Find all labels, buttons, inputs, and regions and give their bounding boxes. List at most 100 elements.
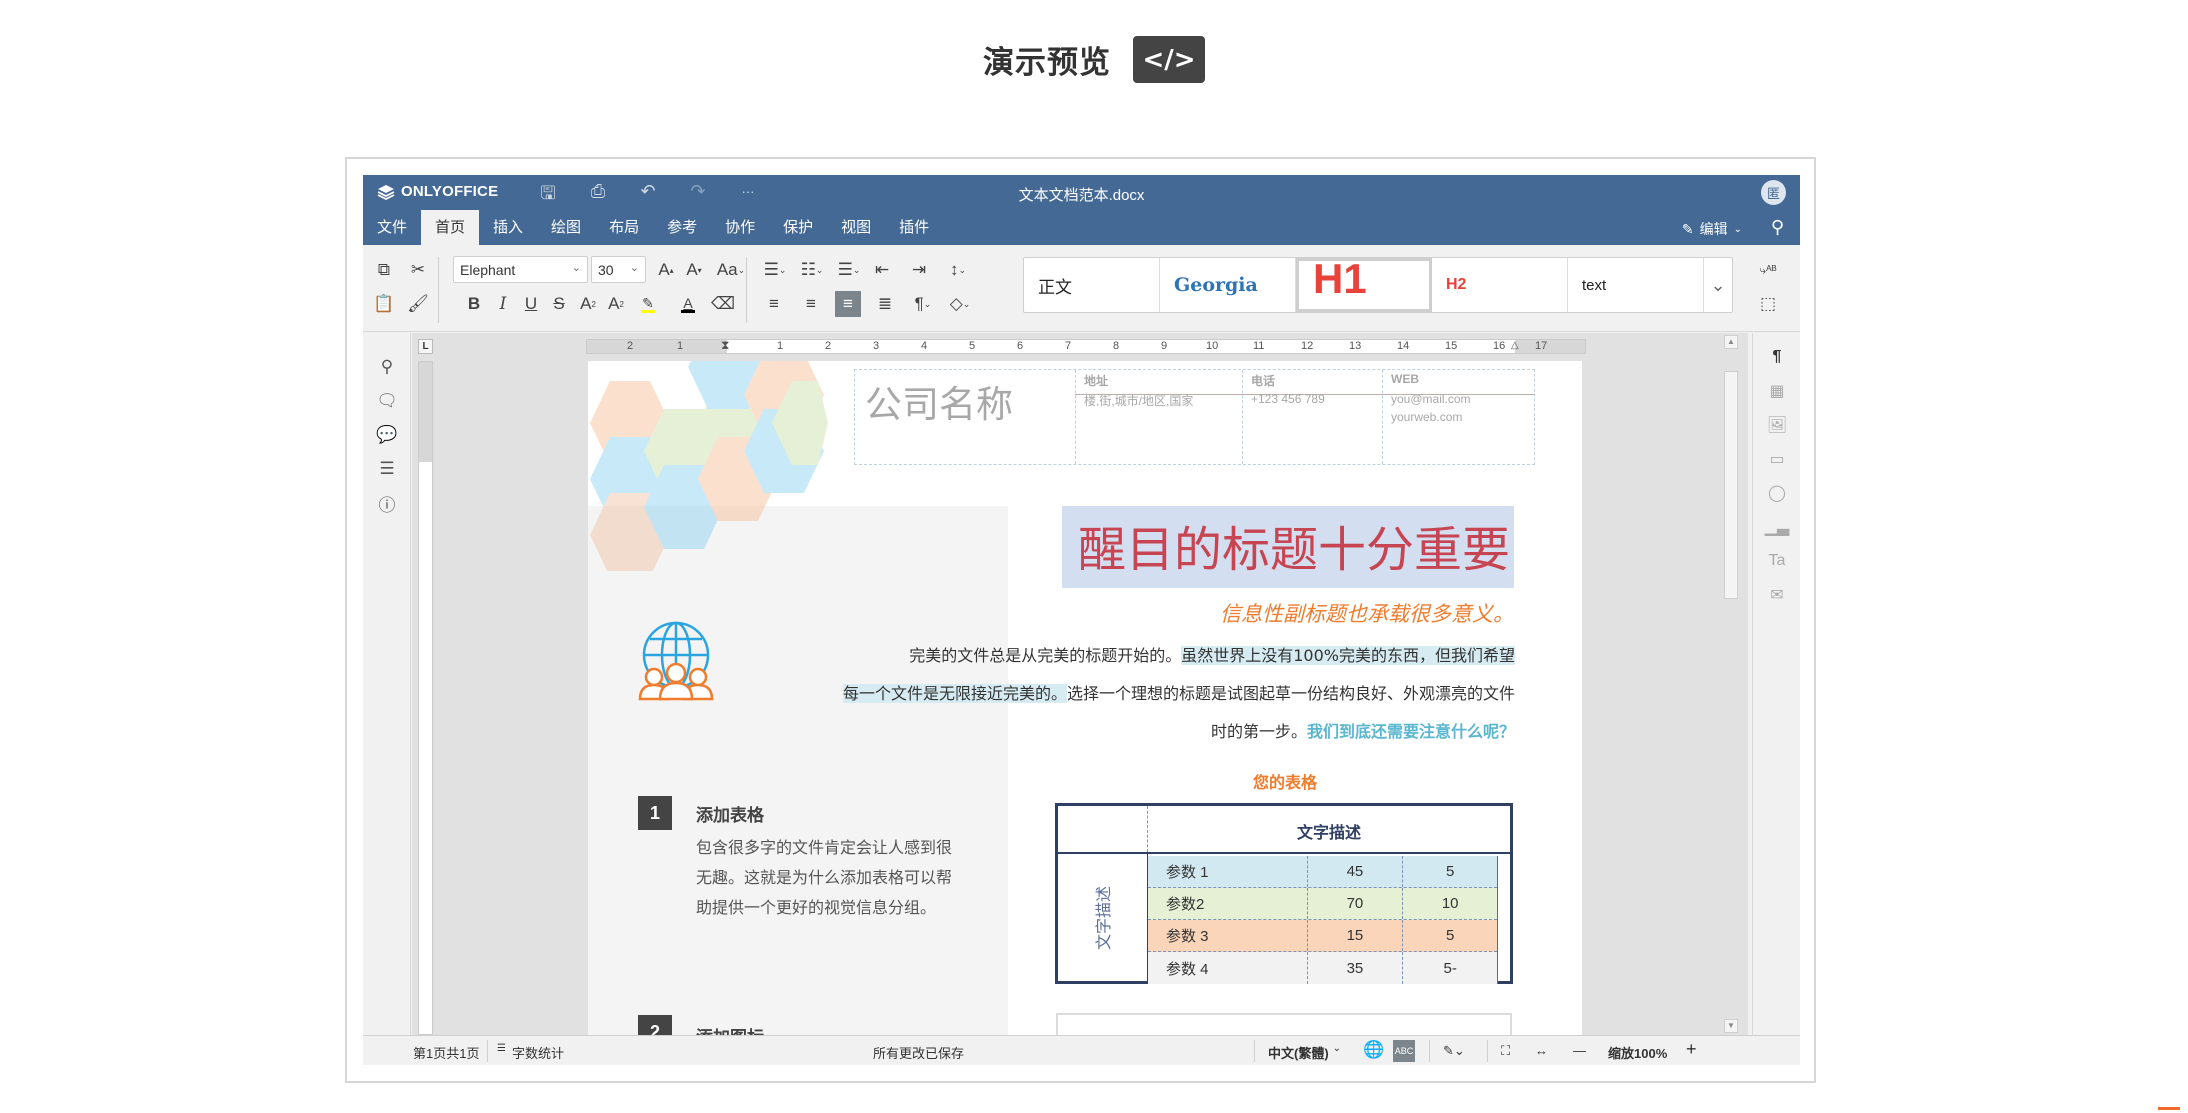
tab-stop-selector[interactable]: L	[418, 339, 433, 354]
left-indent-marker[interactable]: ⧗	[721, 338, 729, 353]
separator	[746, 257, 747, 323]
highlight-color-button[interactable]: ✎	[631, 291, 665, 317]
tab-home[interactable]: 首页	[421, 210, 480, 245]
table-row: 参数 1 45 5	[1148, 856, 1497, 888]
paragraph-marks-icon[interactable]: ¶ ⌄	[906, 291, 940, 317]
scroll-down-icon[interactable]: ▼	[1724, 1019, 1738, 1033]
track-changes-icon[interactable]: ✎⌄	[1443, 1043, 1465, 1059]
align-left-icon[interactable]: ≡	[761, 291, 787, 317]
decrease-indent-icon[interactable]: ⇤	[869, 257, 895, 283]
search-icon[interactable]: ⚲	[1771, 217, 1784, 238]
tab-layout[interactable]: 布局	[595, 210, 653, 245]
view-code-button[interactable]: </>	[1133, 36, 1205, 83]
multilevel-list-icon[interactable]: ☰ ⌄	[832, 257, 866, 283]
chart-settings-icon[interactable]: ▁▃	[1765, 515, 1790, 539]
style-text[interactable]: text	[1568, 258, 1704, 312]
styles-expand-button[interactable]: ⌄	[1704, 258, 1732, 312]
document-canvas[interactable]: L 2 1 1 2 3 4 5 6 7 8 9 10 11 12 13 14 1…	[412, 333, 1748, 1035]
pencil-icon: ✎	[1681, 220, 1694, 237]
copy-icon[interactable]: ⧉	[371, 257, 397, 283]
align-center-icon[interactable]: ≡	[798, 291, 824, 317]
line-spacing-icon[interactable]: ↕ ⌄	[941, 257, 975, 283]
fit-page-icon[interactable]: ⛶	[1501, 1043, 1510, 1059]
search-icon[interactable]: ⚲	[375, 355, 399, 379]
info-icon[interactable]: ⓘ	[375, 491, 399, 515]
subheadline: 信息性副标题也承载很多意义。	[1220, 602, 1514, 626]
comment-icon[interactable]: 🗨	[375, 389, 399, 413]
align-right-icon[interactable]: ≡	[835, 291, 861, 317]
underline-icon[interactable]: U	[518, 291, 544, 317]
chat-icon[interactable]: 💬	[375, 423, 399, 447]
tab-insert[interactable]: 插入	[479, 210, 537, 245]
font-name-select[interactable]: Elephant ⌄	[453, 256, 588, 283]
ruler-tick: 10	[1206, 340, 1219, 352]
globe-icon[interactable]: 🌐	[1363, 1040, 1384, 1060]
vertical-ruler[interactable]	[418, 361, 433, 1035]
cut-icon[interactable]: ✂	[405, 257, 431, 283]
tab-view[interactable]: 视图	[827, 210, 885, 245]
language-select[interactable]: 中文(繁體) ⌄	[1268, 1043, 1341, 1062]
paragraph-settings-icon[interactable]: ¶	[1765, 345, 1789, 369]
page-heading: 演示预览 </>	[0, 36, 2188, 83]
replace-icon[interactable]: ⤷ᴬᴮ	[1755, 257, 1781, 283]
increase-font-icon[interactable]: A ▴	[653, 257, 679, 283]
paste-icon[interactable]: 📋	[371, 291, 397, 317]
sidebar-background	[588, 506, 1008, 1035]
fit-width-icon[interactable]: ↔	[1535, 1043, 1548, 1058]
style-georgia[interactable]: Georgia	[1160, 258, 1296, 312]
format-painter-icon[interactable]: 🖌	[405, 291, 431, 317]
zoom-in-icon[interactable]: +	[1686, 1039, 1697, 1060]
table-settings-icon[interactable]: ▦	[1765, 379, 1789, 403]
tab-draw[interactable]: 绘图	[537, 210, 595, 245]
word-count-button[interactable]: ☰ 字数统计	[497, 1043, 564, 1062]
select-all-icon[interactable]: ⬚	[1755, 291, 1781, 317]
numbered-list-icon[interactable]: ☷ ⌄	[795, 257, 829, 283]
section-body: 包含很多字的文件肯定会让人感到很无趣。这就是为什么添加表格可以帮助提供一个更好的…	[696, 838, 953, 917]
increase-indent-icon[interactable]: ⇥	[906, 257, 932, 283]
tab-references[interactable]: 参考	[653, 210, 711, 245]
zoom-out-icon[interactable]: —	[1573, 1043, 1586, 1058]
change-case-icon[interactable]: Aa ⌄	[713, 257, 749, 283]
intro-text: 完美的文件总是从完美的标题开始的。	[909, 646, 1182, 665]
document-page[interactable]: 公司名称 地址 楼,街,城市/地区,国家 电话 +123 456 789 WEB…	[588, 361, 1582, 1035]
bullet-list-icon[interactable]: ☰ ⌄	[758, 257, 792, 283]
user-avatar[interactable]: 匿	[1761, 180, 1786, 205]
scroll-up-icon[interactable]: ▲	[1724, 335, 1738, 349]
shape-settings-icon[interactable]: ◯	[1765, 481, 1789, 505]
address-column: 地址 楼,街,城市/地区,国家	[1075, 370, 1242, 464]
mail-merge-icon[interactable]: ✉	[1765, 583, 1789, 607]
zoom-level[interactable]: 缩放100%	[1608, 1043, 1667, 1062]
style-label: text	[1582, 276, 1607, 294]
spellcheck-icon[interactable]: ABC	[1393, 1040, 1415, 1062]
edit-mode-dropdown[interactable]: ✎ 编辑 ⌄	[1682, 219, 1742, 239]
bold-icon[interactable]: B	[461, 291, 487, 317]
page-indicator[interactable]: 第1页共1页	[413, 1043, 479, 1062]
right-indent-marker[interactable]: △	[1511, 340, 1519, 351]
justify-icon[interactable]: ≣	[872, 291, 898, 317]
font-color-button[interactable]: A	[671, 291, 705, 317]
tab-protection[interactable]: 保护	[769, 210, 827, 245]
tab-file[interactable]: 文件	[363, 210, 421, 245]
image-settings-icon[interactable]: 🖼	[1765, 413, 1789, 437]
strikethrough-icon[interactable]: S	[546, 291, 572, 317]
navigation-icon[interactable]: ☰	[375, 457, 399, 481]
decrease-font-icon[interactable]: A ▾	[681, 257, 707, 283]
italic-icon[interactable]: I	[490, 291, 516, 317]
superscript-icon[interactable]: A2	[575, 291, 601, 317]
style-h2[interactable]: H2	[1432, 258, 1568, 312]
subscript-icon[interactable]: A2	[603, 291, 629, 317]
vertical-scrollbar[interactable]: ▲ ▼	[1724, 333, 1738, 1035]
text-art-icon[interactable]: Ta	[1765, 549, 1789, 573]
shading-icon[interactable]: ◇ ⌄	[943, 291, 977, 317]
company-name: 公司名称	[865, 383, 1013, 426]
style-normal[interactable]: 正文	[1024, 258, 1160, 312]
tab-collaboration[interactable]: 协作	[711, 210, 769, 245]
clear-format-icon[interactable]: ⌫	[710, 291, 736, 317]
header-footer-icon[interactable]: ▭	[1765, 447, 1789, 471]
scroll-thumb[interactable]	[1724, 371, 1738, 599]
onlyoffice-editor: ONLYOFFICE 🖫 ⎙ ↶ ↷ ··· 文本文档范本.docx 匿 文件 …	[363, 175, 1800, 1065]
tab-plugins[interactable]: 插件	[885, 210, 943, 245]
style-h1[interactable]: H1	[1296, 258, 1432, 312]
horizontal-ruler[interactable]: 2 1 1 2 3 4 5 6 7 8 9 10 11 12 13 14 15 …	[586, 338, 1586, 354]
font-size-select[interactable]: 30 ⌄	[591, 256, 646, 283]
